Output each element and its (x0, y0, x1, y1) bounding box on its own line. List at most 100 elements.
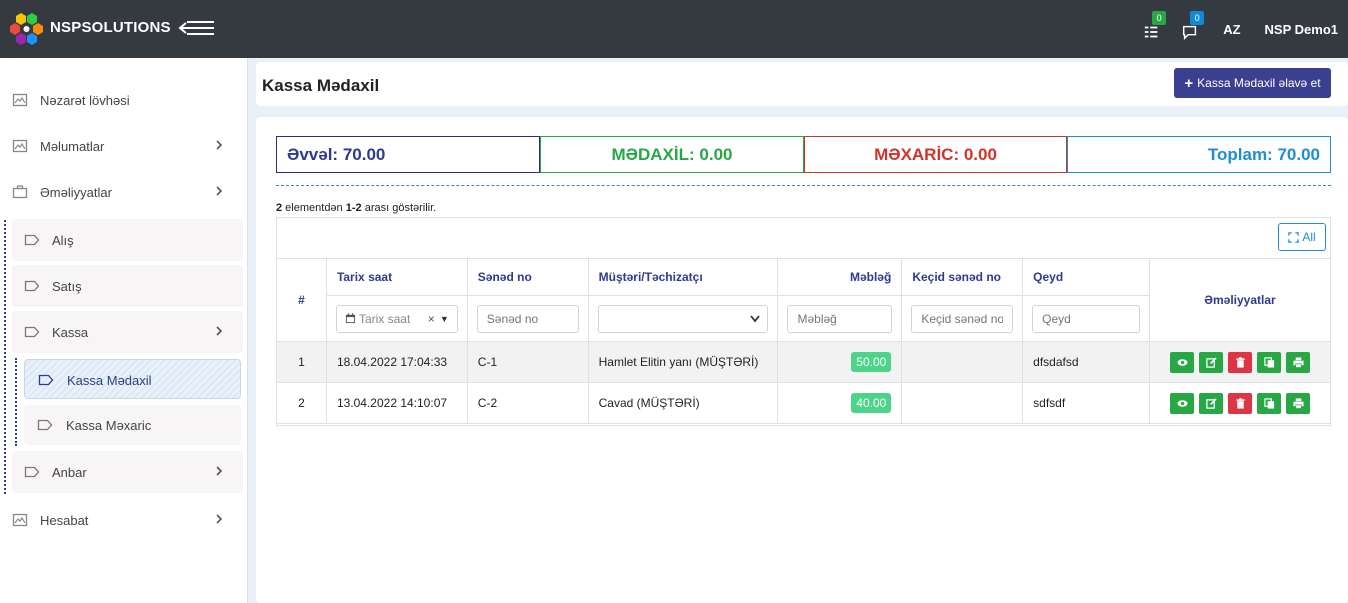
note-filter[interactable] (1032, 304, 1140, 333)
row-link-doc (901, 382, 1024, 424)
expand-icon (1288, 231, 1300, 243)
row-actions (1160, 392, 1320, 414)
print-button[interactable] (1286, 392, 1310, 414)
delete-button[interactable] (1228, 351, 1252, 373)
edit-button[interactable] (1199, 392, 1223, 414)
user-menu[interactable]: NSP Demo1 (1265, 22, 1338, 37)
tag-icon (24, 326, 40, 338)
tag-icon (24, 234, 40, 246)
trash-icon (1235, 356, 1245, 368)
edit-icon (1205, 356, 1217, 368)
brand-name: NSPSOLUTIONS (50, 19, 171, 36)
tag-icon (38, 374, 54, 386)
sidebar-item-operations[interactable]: Əməliyyatlar (0, 170, 248, 214)
row-client: Cavad (MÜŞTƏRİ) (587, 382, 779, 424)
row-amount-badge: 50.00 (851, 352, 892, 372)
main-content: Əvvəl: 70.00 MƏDAXİL: 0.00 MƏXARİC: 0.00… (256, 117, 1348, 603)
amount-filter[interactable] (787, 304, 893, 333)
show-all-button[interactable]: All (1278, 223, 1326, 251)
clear-icon[interactable]: × (428, 312, 435, 326)
sidebar-item-warehouse[interactable]: Anbar (12, 451, 243, 493)
sidebar-item-label: Kassa (52, 325, 89, 340)
row-client: Hamlet Elitin yanı (MÜŞTƏRİ) (587, 341, 779, 383)
sidebar-item-report[interactable]: Hesabat (0, 498, 248, 542)
column-header-doc-no[interactable]: Sənəd no (466, 258, 589, 296)
date-filter[interactable]: Tarix saat × ▼ (335, 304, 458, 333)
row-date: 18.04.2022 17:04:33 (325, 341, 468, 383)
chevron-right-icon (216, 140, 223, 150)
column-header-date[interactable]: Tarix saat (325, 258, 468, 296)
image-icon (12, 513, 28, 527)
sidebar-item-label: Kassa Mədaxil (67, 373, 152, 388)
column-header-client[interactable]: Müştəri/Təchizatçı (587, 258, 779, 296)
data-table-wrapper: All # Tarix saat Sənəd no Müştəri/Təchiz… (276, 217, 1331, 426)
messages-notification[interactable]: 0 (1181, 11, 1205, 41)
briefcase-icon (12, 185, 28, 199)
sidebar-item-cash-income[interactable]: Kassa Mədaxil (24, 359, 241, 399)
row-note: sdfsdf (1022, 382, 1150, 424)
doc-no-filter[interactable] (476, 304, 579, 333)
sidebar-item-label: Məlumatlar (40, 138, 105, 154)
calendar-icon (345, 313, 356, 324)
delete-button[interactable] (1228, 392, 1252, 414)
summary-total: Toplam: 70.00 (1067, 136, 1331, 173)
chat-icon (1183, 25, 1197, 41)
summary-expense: MƏXARİC: 0.00 (804, 136, 1067, 173)
image-icon (12, 93, 28, 107)
copy-icon (1263, 397, 1274, 409)
add-cash-income-button[interactable]: + Kassa Mədaxil əlavə et (1174, 68, 1331, 98)
divider (276, 185, 1331, 186)
page-title: Kassa Mədaxil (262, 76, 380, 95)
print-button[interactable] (1286, 351, 1310, 373)
edit-icon (1205, 397, 1217, 409)
sidebar-item-label: Əməliyyatlar (40, 184, 112, 200)
sidebar-item-data[interactable]: Məlumatlar (0, 124, 248, 168)
sidebar-item-cash-expense[interactable]: Kassa Məxaric (24, 405, 241, 445)
caret-down-icon[interactable]: ▼ (440, 314, 449, 324)
menu-toggle-icon[interactable] (178, 18, 216, 38)
tasks-notification[interactable]: 0 (1143, 11, 1167, 39)
date-filter-placeholder: Tarix saat (358, 311, 411, 326)
tasks-count-badge: 0 (1152, 11, 1167, 25)
top-navbar: NSPSOLUTIONS 0 0 AZ NSP Demo1 (0, 0, 1348, 58)
column-header-link-doc[interactable]: Keçid sənəd no (901, 258, 1024, 296)
sidebar-item-dashboard[interactable]: Nəzarət lövhəsi (0, 78, 248, 122)
language-selector[interactable]: AZ (1223, 22, 1240, 37)
sidebar-item-label: Alış (52, 233, 74, 248)
column-header-number: # (276, 258, 327, 342)
sidebar: Nəzarət lövhəsi Məlumatlar Əməliyyatlar … (0, 58, 248, 603)
table-header-row: # Tarix saat Sənəd no Müştəri/Təchizatçı… (276, 258, 1331, 342)
summary-previous: Əvvəl: 70.00 (276, 136, 540, 173)
page-header: Kassa Mədaxil + Kassa Mədaxil əlavə et (256, 62, 1348, 106)
row-doc-no: C-1 (466, 341, 589, 383)
tag-icon (24, 466, 40, 478)
tag-icon (37, 419, 53, 431)
sidebar-item-sales[interactable]: Satış (12, 265, 243, 307)
copy-button[interactable] (1257, 392, 1281, 414)
link-doc-filter[interactable] (911, 304, 1014, 333)
edit-button[interactable] (1199, 351, 1223, 373)
sidebar-item-label: Hesabat (40, 512, 89, 528)
chevron-right-icon (216, 514, 223, 524)
row-number: 1 (276, 341, 327, 383)
row-note: dfsdafsd (1022, 341, 1150, 383)
row-link-doc (901, 341, 1024, 383)
column-header-note[interactable]: Qeyd (1022, 258, 1150, 296)
trash-icon (1235, 397, 1245, 409)
logo-icon (10, 13, 43, 45)
sidebar-item-cashbox[interactable]: Kassa (12, 311, 243, 353)
chevron-right-icon (216, 186, 223, 196)
view-button[interactable] (1170, 392, 1194, 414)
copy-icon (1263, 356, 1274, 368)
kassa-submenu-guide-line (15, 358, 17, 446)
tag-icon (24, 280, 40, 292)
copy-button[interactable] (1257, 351, 1281, 373)
chevron-right-icon (216, 466, 223, 476)
view-button[interactable] (1170, 351, 1194, 373)
row-actions (1160, 351, 1320, 373)
table-summary: 2 elementdən 1-2 arası göstərilir. (276, 202, 437, 214)
client-filter-select[interactable] (597, 304, 769, 333)
sidebar-item-purchase[interactable]: Alış (12, 219, 243, 261)
column-header-amount[interactable]: Məbləğ (777, 258, 903, 296)
table-row: 1 18.04.2022 17:04:33 C-1 Hamlet Elitin … (276, 341, 1331, 383)
